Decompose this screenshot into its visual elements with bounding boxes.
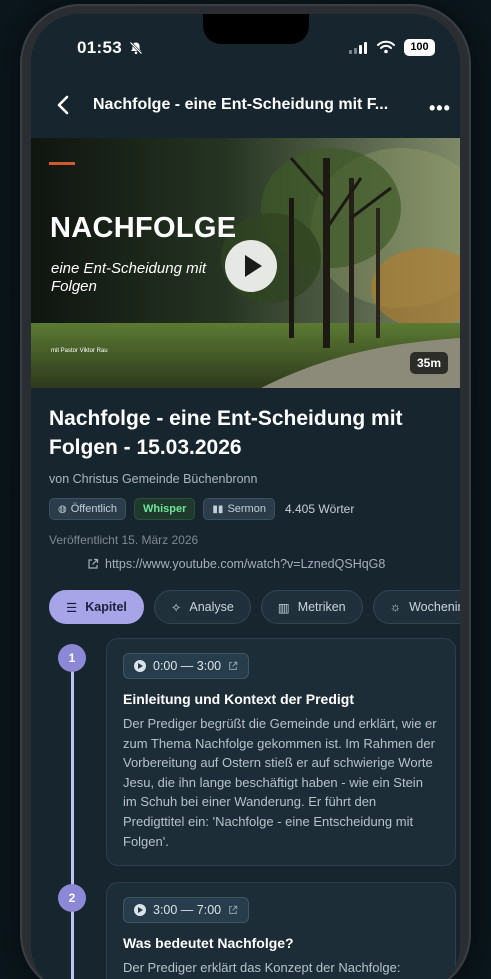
chapter-title: Einleitung und Kontext der Predigt <box>123 691 354 707</box>
back-chevron-icon[interactable] <box>55 94 71 116</box>
play-icon[interactable] <box>225 240 277 292</box>
video-duration-badge: 35m <box>409 352 448 374</box>
nav-title: Nachfolge - eine Ent-Scheidung mit F... <box>93 96 389 113</box>
status-bar: 01:53 100 <box>31 38 460 62</box>
play-circle-icon <box>134 660 146 672</box>
visibility-badge: ◍ Öffentlich <box>49 498 127 520</box>
tab-label: Analyse <box>189 600 234 614</box>
tab-label: Wochenin <box>409 600 460 614</box>
phone-screen: 01:53 100 Nachfolge - eine Ent-Scheidung… <box>31 14 460 979</box>
external-link-icon <box>229 905 238 914</box>
source-link[interactable]: https://www.youtube.com/watch?v=LznedQSH… <box>87 557 385 571</box>
transcriber-badge: Whisper <box>134 498 196 520</box>
wifi-icon <box>377 40 395 54</box>
status-time: 01:53 <box>77 38 122 57</box>
chapter-number: 1 <box>58 644 86 672</box>
bar-chart-icon: ▥ <box>277 600 290 615</box>
tab-label: Metriken <box>297 600 346 614</box>
more-options-icon[interactable]: ••• <box>429 98 451 119</box>
sun-icon: ☼ <box>389 600 402 614</box>
chapter-time-button[interactable]: 0:00 — 3:00 <box>123 653 250 679</box>
source-url[interactable]: https://www.youtube.com/watch?v=LznedQSH… <box>105 557 385 571</box>
chapter-summary: Der Prediger begrüßt die Gemeinde und er… <box>123 716 437 849</box>
chapter-number: 2 <box>58 884 86 912</box>
chapter-card: 3:00 — 7:00 Was bedeutet Nachfolge? Der … <box>106 882 456 979</box>
type-badge: ▮▮ Sermon <box>203 498 275 520</box>
tab-analyse[interactable]: ✧ Analyse <box>153 590 251 624</box>
signal-icon <box>349 42 367 54</box>
word-count: 4.405 Wörter <box>284 502 355 516</box>
chapter-time-button[interactable]: 3:00 — 7:00 <box>123 897 250 923</box>
visibility-label: Öffentlich <box>70 503 118 515</box>
video-accent-bar <box>49 162 75 165</box>
bell-muted-icon <box>129 41 143 55</box>
battery-icon: 100 <box>404 39 435 56</box>
type-label: Sermon <box>227 503 266 515</box>
tab-kapitel[interactable]: ☰ Kapitel <box>49 590 144 624</box>
content-tabs: ☰ Kapitel ✧ Analyse ▥ Metriken ☼ Wocheni… <box>49 590 460 624</box>
chapter-time: 3:00 — 7:00 <box>153 903 222 917</box>
video-overlay-title: NACHFOLGE <box>50 212 237 244</box>
list-icon: ☰ <box>66 600 78 615</box>
book-icon: ▮▮ <box>212 503 224 515</box>
published-date: Veröffentlicht 15. März 2026 <box>49 533 199 547</box>
sparkles-icon: ✧ <box>170 600 182 615</box>
tab-label: Kapitel <box>85 600 127 614</box>
sermon-title: Nachfolge - eine Ent-Scheidung mit Folge… <box>49 407 403 459</box>
tab-wochenimpuls[interactable]: ☼ Wochenin <box>372 590 460 624</box>
tab-metriken[interactable]: ▥ Metriken <box>260 590 363 624</box>
chapter-time: 0:00 — 3:00 <box>153 659 222 673</box>
video-overlay-speaker: mit Pastor Viktor Rau <box>51 348 108 354</box>
navigation-bar: Nachfolge - eine Ent-Scheidung mit F... … <box>31 92 460 120</box>
play-circle-icon <box>134 904 146 916</box>
external-link-icon <box>88 558 99 569</box>
external-link-icon <box>229 661 238 670</box>
chapter-title: Was bedeutet Nachfolge? <box>123 935 294 951</box>
sermon-tags: ◍ Öffentlich Whisper ▮▮ Sermon 4.405 Wör… <box>49 498 356 520</box>
video-overlay-subtitle: eine Ent-Scheidung mit Folgen <box>51 260 207 295</box>
sermon-author: von Christus Gemeinde Büchenbronn <box>49 472 258 486</box>
globe-icon: ◍ <box>58 503 67 515</box>
chapter-summary: Der Prediger erklärt das Konzept der Nac… <box>123 960 401 975</box>
timeline-line <box>71 664 74 979</box>
chapter-card: 0:00 — 3:00 Einleitung und Kontext der P… <box>106 638 456 867</box>
video-player[interactable]: NACHFOLGE eine Ent-Scheidung mit Folgen … <box>31 138 460 388</box>
